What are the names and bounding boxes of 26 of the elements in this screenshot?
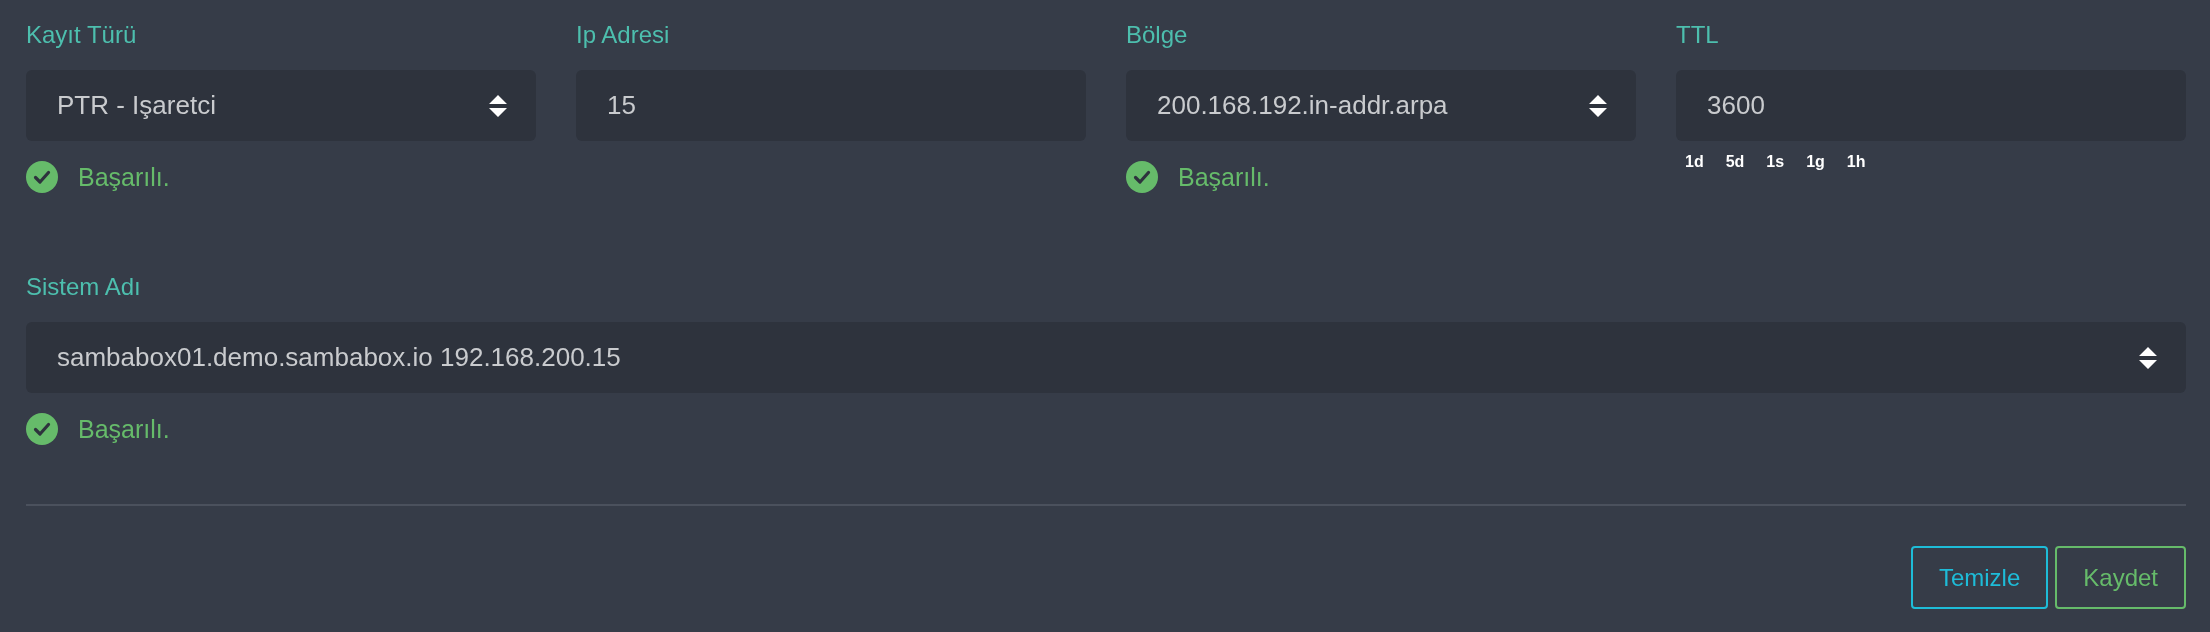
input-field[interactable]: 15 xyxy=(576,70,1086,141)
ttl-preset-button[interactable]: 5d xyxy=(1716,150,1754,174)
select-field[interactable]: 200.168.192.in-addr.arpa xyxy=(1126,70,1636,141)
select-field[interactable]: sambabox01.demo.sambabox.io 192.168.200.15 xyxy=(26,322,2186,393)
field-label: Kayıt Türü xyxy=(26,20,137,50)
save-button[interactable]: Kaydet xyxy=(2055,546,2186,609)
field-label: Bölge xyxy=(1126,20,1188,50)
status-message: Başarılı. xyxy=(78,414,170,444)
clear-button[interactable]: Temizle xyxy=(1910,546,2049,609)
status-message: Başarılı. xyxy=(78,162,170,192)
sort-arrows-icon xyxy=(1589,94,1607,117)
field-label: TTL xyxy=(1676,20,1719,50)
ttl-preset-button[interactable]: 1d xyxy=(1676,150,1713,174)
ttl-preset-button[interactable]: 1h xyxy=(1837,150,1875,174)
sort-arrows-icon xyxy=(489,94,507,117)
check-circle-icon xyxy=(26,161,58,193)
field-label: Ip Adresi xyxy=(576,20,670,50)
check-circle-icon xyxy=(1126,161,1158,193)
status-message: Başarılı. xyxy=(1178,162,1270,192)
select-field[interactable]: PTR - Işaretci xyxy=(26,70,536,141)
check-circle-icon xyxy=(26,413,58,445)
ttl-preset-button[interactable]: 1s xyxy=(1757,150,1794,174)
sort-arrows-icon xyxy=(2139,346,2157,369)
input-field[interactable]: 3600 xyxy=(1676,70,2186,141)
ttl-preset-button[interactable]: 1g xyxy=(1797,150,1834,174)
field-label: Sistem Adı xyxy=(26,272,141,302)
